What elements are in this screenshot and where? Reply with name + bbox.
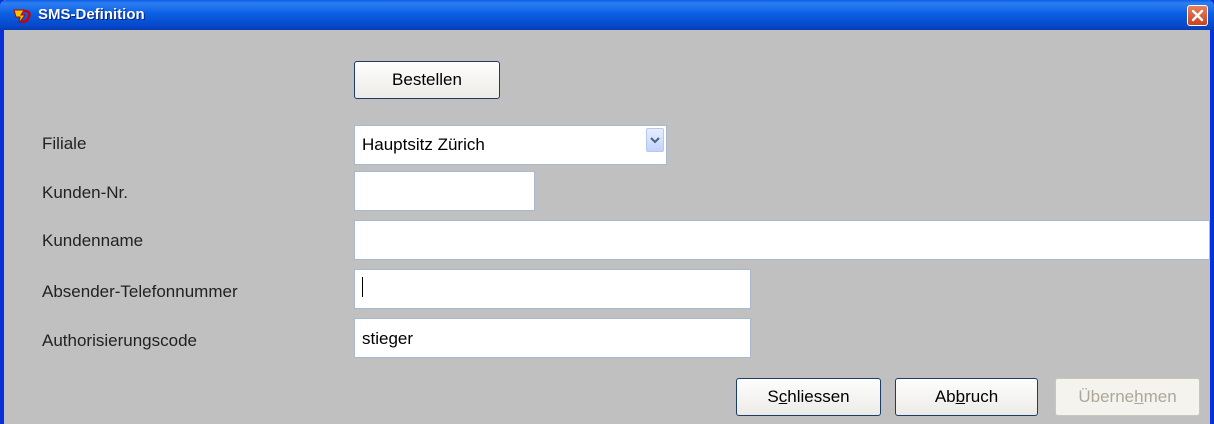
auth-code-value: stieger xyxy=(362,329,414,348)
customer-name-input[interactable] xyxy=(354,220,1210,260)
sender-phone-label: Absender-Telefonnummer xyxy=(42,282,238,301)
cancel-button[interactable]: Abbruch xyxy=(895,378,1038,416)
order-button-label: Bestellen xyxy=(392,70,462,89)
branch-label: Filiale xyxy=(42,134,87,153)
customer-number-input[interactable] xyxy=(354,171,535,211)
chevron-down-icon[interactable] xyxy=(646,128,664,152)
window-title: SMS-Definition xyxy=(38,6,145,23)
sms-definition-window: SMS-Definition Bestellen Filiale Hauptsi… xyxy=(0,0,1214,424)
close-window-button[interactable] xyxy=(1187,5,1208,26)
branch-selected-value: Hauptsitz Zürich xyxy=(362,135,485,154)
title-bar[interactable]: SMS-Definition xyxy=(0,0,1214,30)
sender-phone-input[interactable] xyxy=(354,269,751,309)
cancel-button-label: Abbruch xyxy=(934,387,999,406)
apply-button-label: Übernehmen xyxy=(1078,387,1177,406)
close-icon xyxy=(1191,9,1204,22)
customer-number-label: Kunden-Nr. xyxy=(42,183,128,202)
text-caret xyxy=(362,277,363,297)
branch-select[interactable]: Hauptsitz Zürich xyxy=(354,125,667,165)
close-button-label: Schliessen xyxy=(767,387,850,406)
customer-name-label: Kundenname xyxy=(42,231,144,250)
order-button[interactable]: Bestellen xyxy=(354,61,500,99)
apply-button[interactable]: Übernehmen xyxy=(1055,378,1200,416)
close-button[interactable]: Schliessen xyxy=(736,378,881,416)
auth-code-label: Authorisierungscode xyxy=(42,331,197,350)
app-logo-icon xyxy=(13,9,31,24)
auth-code-input[interactable]: stieger xyxy=(354,318,751,358)
